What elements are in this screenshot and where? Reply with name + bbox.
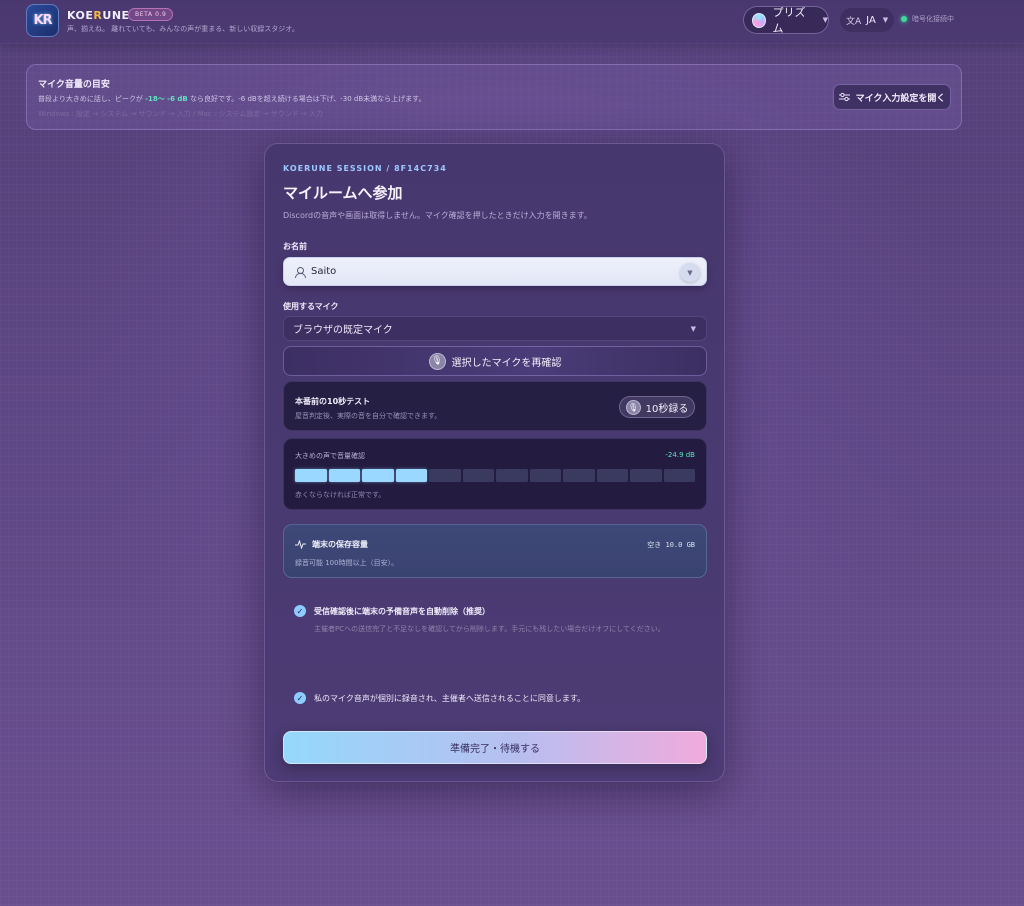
meter-segment: [429, 469, 461, 482]
prism-theme-icon: [752, 12, 767, 28]
chevron-down-icon: ▼: [690, 325, 696, 333]
storage-title: 端末の保存容量: [295, 539, 368, 550]
chevron-down-icon[interactable]: ▼: [680, 263, 700, 282]
card-description: Discordの音声や画面は取得しません。マイク確認を押したときだけ入力を開きま…: [283, 211, 592, 220]
level-db-readout: -24.9 dB: [665, 451, 695, 459]
meter-segment: [328, 469, 360, 482]
meter-segment: [529, 469, 561, 482]
test-description: 屋音判定後、実際の音を自分で確認できます。: [295, 412, 442, 420]
mic-icon: 🎙: [428, 352, 446, 370]
connection-status: 暗号化接続中: [901, 14, 954, 24]
meter-segment: [496, 469, 528, 482]
app-logo[interactable]: KR: [26, 4, 59, 37]
brand-name: KOERUNE: [67, 9, 130, 22]
storage-panel: 端末の保存容量 空き 10.0 GB 録音可能 100時間以上（目安）。: [283, 524, 707, 578]
translate-icon: 文A: [846, 16, 862, 27]
record-10s-button[interactable]: 🎙 10秒録る: [619, 396, 695, 418]
ready-button[interactable]: 準備完了・待機する: [283, 731, 707, 764]
chevron-down-icon: ▼: [822, 16, 828, 24]
activity-icon: [295, 540, 306, 549]
auto-delete-description: 主催者PCへの送信完了と不足なしを確認してから削除します。手元にも残したい場合だ…: [314, 625, 665, 633]
name-label: お名前: [283, 242, 307, 251]
card-title: マイルームへ参加: [283, 184, 403, 202]
chevron-down-icon: ▼: [882, 16, 889, 24]
auto-delete-checkbox[interactable]: ✓: [294, 605, 306, 617]
recheck-mic-label: 選択したマイクを再確認: [451, 357, 562, 369]
meter-segment: [462, 469, 494, 482]
meter-segment: [663, 469, 695, 482]
open-mic-settings-label: マイク入力設定を開く: [855, 93, 946, 104]
record-10s-label: 10秒録る: [645, 403, 689, 415]
theme-label: プリズム: [772, 6, 806, 35]
meter-segment: [630, 469, 662, 482]
join-room-card: KOERUNE SESSION / 8F14C734 マイルームへ参加 Disc…: [264, 143, 725, 782]
tagline: 声、揃えね。 離れていても、みんなの声が重まる、新しい収録スタジオ。: [67, 25, 299, 33]
recheck-mic-button[interactable]: 🎙 選択したマイクを再確認: [283, 346, 707, 376]
beta-badge: BETA 0.9: [128, 8, 174, 21]
mic-icon: 🎙: [625, 399, 641, 415]
auto-delete-title: 受信確認後に端末の予備音声を自動削除（推奨）: [314, 607, 490, 616]
mic-level-guide: マイク音量の目安 普段より大きめに話し、ピークが -18〜 -6 dB なら良好…: [26, 64, 962, 130]
ten-second-test-panel: 本番前の10秒テスト 屋音判定後、実際の音を自分で確認できます。 🎙 10秒録る: [283, 381, 707, 431]
level-label: 大きめの声で音量確認: [295, 452, 365, 460]
mic-select[interactable]: ブラウザの既定マイク ▼: [283, 316, 707, 341]
storage-free: 空き 10.0 GB: [647, 541, 695, 549]
status-dot-icon: [901, 16, 907, 22]
storage-description: 録音可能 100時間以上（目安）。: [295, 559, 399, 567]
app-header: KR KOERUNE BETA 0.9 声、揃えね。 離れていても、みんなの声が…: [0, 0, 1024, 44]
theme-selector[interactable]: プリズム ▼: [743, 6, 829, 35]
test-title: 本番前の10秒テスト: [295, 397, 371, 406]
user-icon: [294, 266, 306, 278]
open-mic-settings-button[interactable]: マイク入力設定を開く: [833, 84, 951, 110]
mic-select-value: ブラウザの既定マイク: [293, 325, 393, 336]
session-id: KOERUNE SESSION / 8F14C734: [283, 164, 447, 173]
connection-status-text: 暗号化接続中: [912, 15, 954, 23]
guide-text: 普段より大きめに話し、ピークが -18〜 -6 dB なら良好です。-6 dBを…: [38, 95, 426, 103]
consent-checkbox[interactable]: ✓: [294, 692, 306, 704]
name-input[interactable]: Saito ▼: [283, 257, 707, 286]
language-label: JA: [866, 14, 876, 26]
meter-segment: [295, 469, 327, 482]
logo-text: KR: [33, 13, 52, 28]
meter-segment: [596, 469, 628, 482]
guide-title: マイク音量の目安: [38, 80, 110, 90]
guide-os-paths: Windows : 設定 → システム → サウンド → 入力 / Mac : …: [38, 110, 324, 118]
mic-label: 使用するマイク: [283, 302, 339, 311]
language-selector[interactable]: 文A JA ▼: [840, 8, 895, 32]
sliders-icon: [838, 92, 850, 102]
level-footer: 赤くならなければ正常です。: [295, 491, 386, 499]
meter-segment: [563, 469, 595, 482]
meter-segment: [395, 469, 427, 482]
meter-segment: [362, 469, 394, 482]
level-meter-panel: 大きめの声で音量確認 -24.9 dB 赤くならなければ正常です。: [283, 438, 707, 510]
name-value: Saito: [311, 266, 337, 277]
level-meter: [295, 469, 695, 482]
consent-text: 私のマイク音声が個別に録音され、主催者へ送信されることに同意します。: [314, 694, 586, 703]
